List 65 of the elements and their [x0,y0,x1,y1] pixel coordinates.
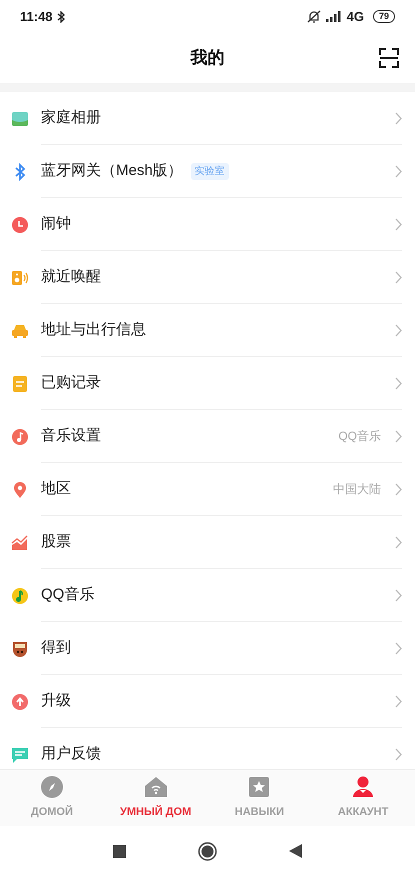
speaker-icon [11,268,29,286]
menu-row[interactable]: 地区 中国大陆 [0,463,415,516]
signal-icon [326,11,342,22]
back-button[interactable] [289,844,302,858]
menu-row[interactable]: 用户反馈 [0,728,415,769]
music-note-icon [11,586,29,604]
chevron-right-icon [395,536,402,548]
scan-icon[interactable] [379,48,399,68]
setting-value: 中国大陆 [333,481,381,498]
message-icon [11,746,29,764]
menu-label: 闹钟 [41,214,71,234]
menu-label: 就近唤醒 [41,266,101,287]
upload-icon [11,692,29,710]
menu-row[interactable]: 得到 [0,622,415,675]
recents-button[interactable] [113,844,126,858]
menu-row[interactable]: 股票 [0,516,415,569]
chevron-right-icon [395,482,402,496]
menu-row[interactable]: QQ音乐 [0,569,415,622]
chevron-right-icon [395,642,402,654]
chevron-right-icon [395,430,402,442]
menu-label: 得到 [41,638,71,658]
nav-tab[interactable]: УМНЫЙ ДОМ [104,770,208,826]
document-icon [11,374,29,392]
menu-label: 音乐设置 [41,426,101,446]
location-pin-icon [11,480,29,498]
menu-label: 股票 [41,532,71,552]
album-icon [11,110,29,128]
chevron-right-icon [395,748,402,761]
mute-bell-icon [306,10,321,23]
menu-label: 用户反馈 [41,744,101,764]
menu-label: 蓝牙网关（Mesh版） [41,160,183,181]
chevron-right-icon [395,694,402,708]
menu-label: 家庭相册 [41,108,101,128]
chevron-right-icon [395,588,402,602]
chart-icon [11,534,29,552]
bluetooth-icon [56,10,65,22]
menu-row[interactable]: 已购记录 [0,357,415,410]
page-title: 我的 [190,47,224,70]
chevron-right-icon [395,164,402,178]
chevron-right-icon [395,270,402,284]
home-button[interactable] [198,842,217,860]
chevron-right-icon [395,324,402,336]
menu-label: 已购记录 [41,372,101,393]
chevron-right-icon [395,218,402,230]
network-type: 4G [346,8,364,26]
chevron-right-icon [395,112,402,124]
music-note-icon [11,428,29,446]
battery-indicator: 79 [372,10,395,23]
shield-icon [11,640,29,658]
menu-row[interactable]: 就近唤醒 [0,251,415,304]
menu-row[interactable]: 闹钟 [0,198,415,251]
menu-row[interactable]: 升级 [0,675,415,728]
menu-row[interactable]: 蓝牙网关（Mesh版） 实验室 [0,145,415,198]
setting-value: QQ音乐 [338,428,381,445]
menu-label: 地区 [41,478,71,499]
menu-row[interactable]: 音乐设置 QQ音乐 [0,410,415,463]
menu-row[interactable]: 家庭相册 [0,92,415,145]
clock-icon [11,216,29,234]
menu-label: 升级 [41,690,71,711]
menu-label: 地址与出行信息 [41,320,146,340]
chevron-right-icon [395,376,402,390]
lab-tag: 实验室 [190,162,229,180]
menu-label: QQ音乐 [41,584,94,605]
menu-row[interactable]: 地址与出行信息 [0,304,415,357]
status-time: 11:48 [20,8,53,26]
